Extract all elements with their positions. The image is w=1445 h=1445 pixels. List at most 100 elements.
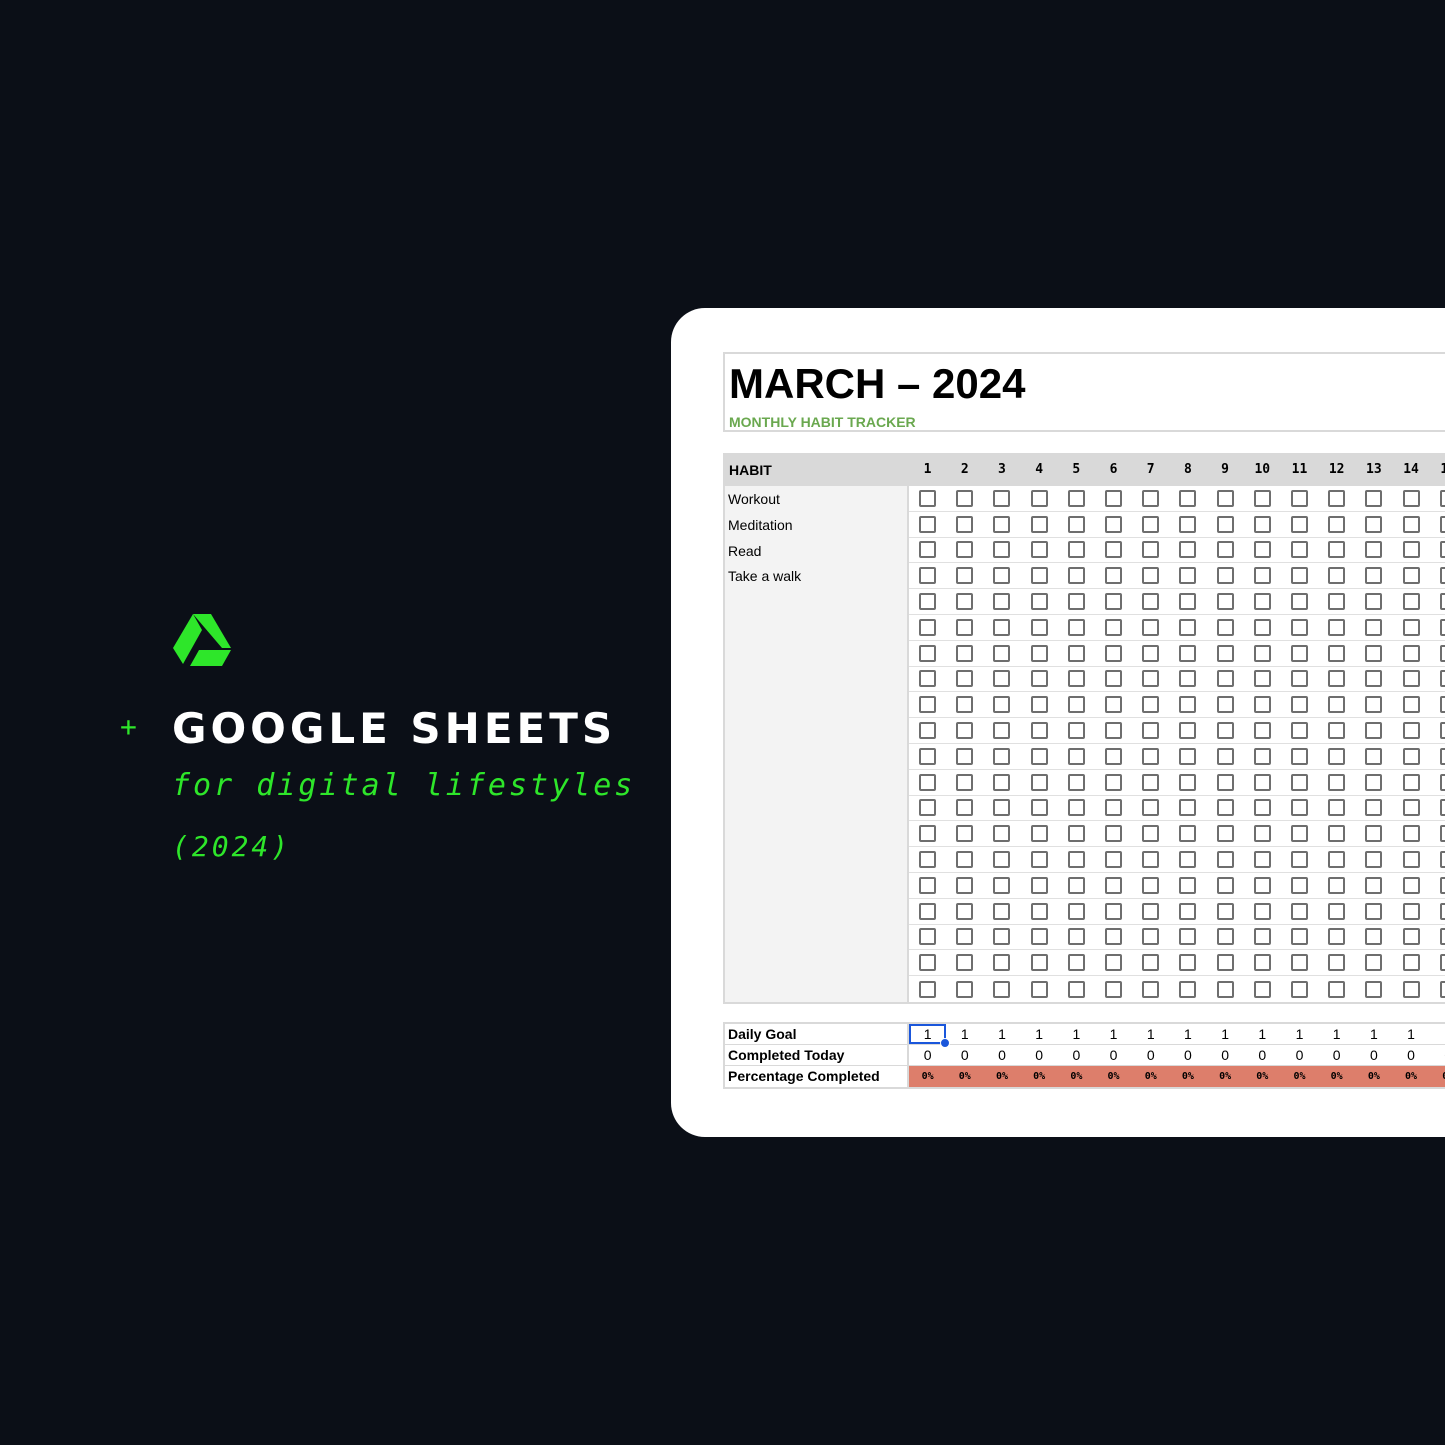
- habit-checkbox[interactable]: [1402, 670, 1420, 688]
- habit-checkbox[interactable]: [1253, 644, 1271, 662]
- habit-checkbox[interactable]: [1365, 696, 1383, 714]
- habit-checkbox[interactable]: [1365, 799, 1383, 817]
- habit-checkbox[interactable]: [956, 902, 974, 920]
- habit-checkbox[interactable]: [919, 747, 937, 765]
- habit-checkbox[interactable]: [956, 567, 974, 585]
- habit-checkbox[interactable]: [1142, 593, 1160, 611]
- habit-checkbox[interactable]: [1105, 876, 1123, 894]
- habit-checkbox[interactable]: [1142, 567, 1160, 585]
- habit-checkbox[interactable]: [1216, 489, 1234, 507]
- percentage-cell[interactable]: 0%: [1281, 1066, 1318, 1087]
- habit-checkbox[interactable]: [1179, 696, 1197, 714]
- habit-checkbox[interactable]: [919, 799, 937, 817]
- habit-checkbox[interactable]: [1439, 799, 1445, 817]
- habit-checkbox[interactable]: [1105, 928, 1123, 946]
- habit-name-cell[interactable]: Meditation: [725, 512, 907, 538]
- habit-checkbox[interactable]: [919, 902, 937, 920]
- habit-checkbox[interactable]: [993, 567, 1011, 585]
- habit-checkbox[interactable]: [1105, 670, 1123, 688]
- habit-checkbox[interactable]: [1179, 593, 1197, 611]
- daily-goal-cell[interactable]: 1: [1021, 1024, 1058, 1044]
- habit-checkbox[interactable]: [1290, 618, 1308, 636]
- habit-checkbox[interactable]: [1142, 670, 1160, 688]
- habit-checkbox[interactable]: [993, 489, 1011, 507]
- completed-today-cell[interactable]: 0: [909, 1045, 946, 1065]
- habit-checkbox[interactable]: [956, 593, 974, 611]
- habit-checkbox[interactable]: [993, 747, 1011, 765]
- habit-checkbox[interactable]: [993, 902, 1011, 920]
- habit-checkbox[interactable]: [956, 541, 974, 559]
- habit-checkbox[interactable]: [1105, 980, 1123, 998]
- habit-checkbox[interactable]: [993, 618, 1011, 636]
- habit-checkbox[interactable]: [956, 954, 974, 972]
- habit-checkbox[interactable]: [1402, 980, 1420, 998]
- habit-checkbox[interactable]: [993, 954, 1011, 972]
- habit-checkbox[interactable]: [956, 696, 974, 714]
- habit-checkbox[interactable]: [1067, 696, 1085, 714]
- habit-checkbox[interactable]: [919, 618, 937, 636]
- habit-name-cell[interactable]: [725, 641, 907, 667]
- habit-checkbox[interactable]: [956, 928, 974, 946]
- percentage-cell[interactable]: 0%: [1058, 1066, 1095, 1087]
- habit-checkbox[interactable]: [1365, 541, 1383, 559]
- habit-checkbox[interactable]: [1030, 644, 1048, 662]
- habit-checkbox[interactable]: [1290, 489, 1308, 507]
- habit-checkbox[interactable]: [1216, 722, 1234, 740]
- habit-checkbox[interactable]: [1402, 928, 1420, 946]
- habit-checkbox[interactable]: [1216, 670, 1234, 688]
- percentage-cell[interactable]: 0%: [1095, 1066, 1132, 1087]
- habit-checkbox[interactable]: [1328, 902, 1346, 920]
- habit-checkbox[interactable]: [1290, 980, 1308, 998]
- habit-checkbox[interactable]: [1328, 696, 1346, 714]
- habit-checkbox[interactable]: [1365, 618, 1383, 636]
- habit-checkbox[interactable]: [1328, 593, 1346, 611]
- habit-checkbox[interactable]: [1365, 876, 1383, 894]
- habit-checkbox[interactable]: [1439, 489, 1445, 507]
- habit-checkbox[interactable]: [1290, 541, 1308, 559]
- habit-checkbox[interactable]: [919, 980, 937, 998]
- habit-checkbox[interactable]: [993, 722, 1011, 740]
- habit-checkbox[interactable]: [1067, 954, 1085, 972]
- habit-checkbox[interactable]: [1439, 954, 1445, 972]
- habit-checkbox[interactable]: [1142, 696, 1160, 714]
- habit-checkbox[interactable]: [1142, 876, 1160, 894]
- habit-checkbox[interactable]: [919, 515, 937, 533]
- habit-checkbox[interactable]: [956, 773, 974, 791]
- habit-checkbox[interactable]: [1328, 722, 1346, 740]
- habit-checkbox[interactable]: [1253, 489, 1271, 507]
- habit-checkbox[interactable]: [919, 851, 937, 869]
- habit-checkbox[interactable]: [993, 799, 1011, 817]
- habit-checkbox[interactable]: [1328, 567, 1346, 585]
- habit-checkbox[interactable]: [1105, 773, 1123, 791]
- habit-checkbox[interactable]: [1290, 773, 1308, 791]
- completed-today-cell[interactable]: 0: [1207, 1045, 1244, 1065]
- habit-checkbox[interactable]: [1179, 825, 1197, 843]
- habit-checkbox[interactable]: [993, 851, 1011, 869]
- habit-checkbox[interactable]: [1179, 722, 1197, 740]
- habit-checkbox[interactable]: [1290, 593, 1308, 611]
- percentage-cell[interactable]: 0%: [1169, 1066, 1206, 1087]
- habit-checkbox[interactable]: [1328, 851, 1346, 869]
- habit-checkbox[interactable]: [1179, 851, 1197, 869]
- habit-checkbox[interactable]: [1328, 876, 1346, 894]
- habit-checkbox[interactable]: [919, 670, 937, 688]
- habit-checkbox[interactable]: [1402, 902, 1420, 920]
- habit-checkbox[interactable]: [1365, 567, 1383, 585]
- habit-checkbox[interactable]: [993, 696, 1011, 714]
- habit-checkbox[interactable]: [1067, 567, 1085, 585]
- habit-checkbox[interactable]: [1030, 722, 1048, 740]
- habit-checkbox[interactable]: [1179, 618, 1197, 636]
- habit-checkbox[interactable]: [1105, 696, 1123, 714]
- habit-checkbox[interactable]: [1179, 980, 1197, 998]
- habit-checkbox[interactable]: [993, 773, 1011, 791]
- habit-checkbox[interactable]: [1105, 851, 1123, 869]
- habit-checkbox[interactable]: [1067, 722, 1085, 740]
- habit-checkbox[interactable]: [919, 773, 937, 791]
- habit-checkbox[interactable]: [1439, 670, 1445, 688]
- habit-checkbox[interactable]: [1030, 851, 1048, 869]
- daily-goal-cell[interactable]: 1: [1095, 1024, 1132, 1044]
- habit-checkbox[interactable]: [1439, 851, 1445, 869]
- habit-checkbox[interactable]: [1290, 670, 1308, 688]
- habit-checkbox[interactable]: [1290, 954, 1308, 972]
- habit-checkbox[interactable]: [1067, 902, 1085, 920]
